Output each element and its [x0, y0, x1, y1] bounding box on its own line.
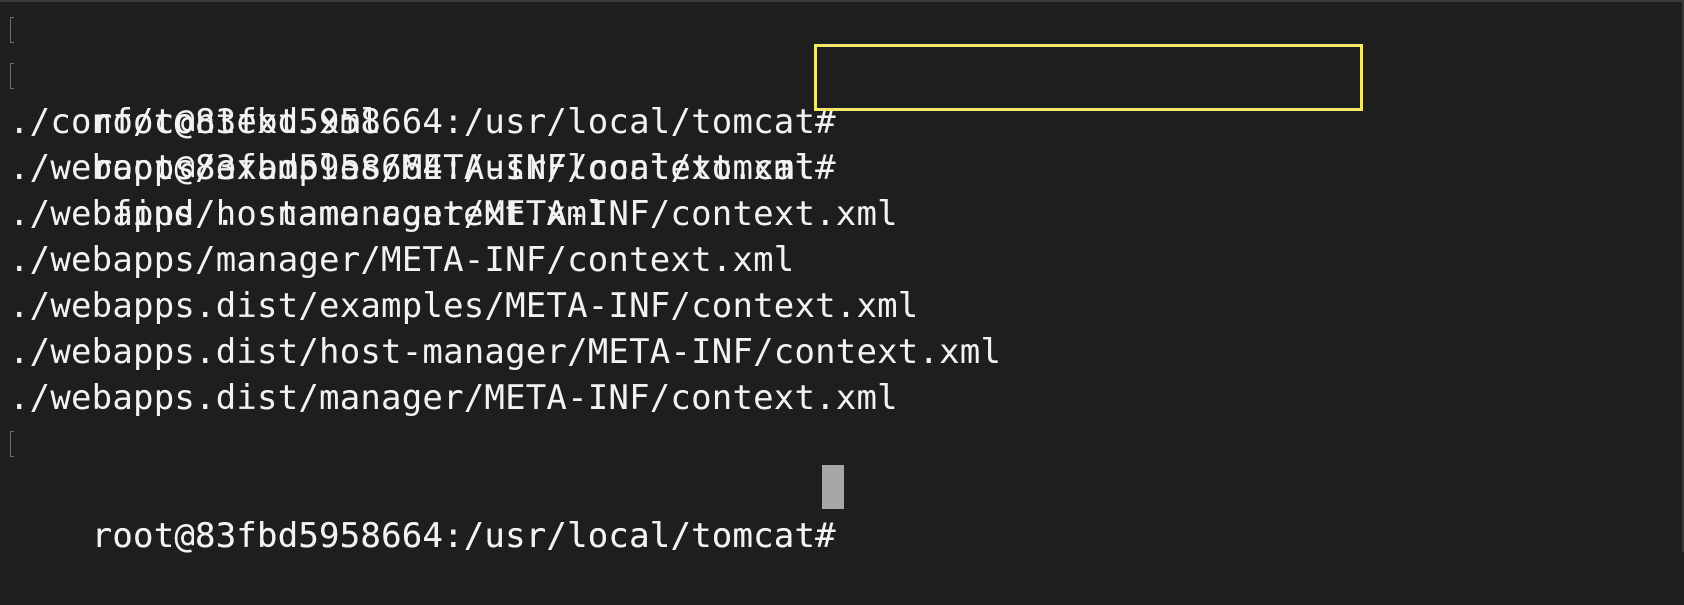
terminal-output-line: ./webapps.dist/examples/META-INF/context…: [9, 286, 919, 326]
terminal-output-line: ./webapps/manager/META-INF/context.xml: [9, 240, 795, 280]
terminal-line-11: root@83fbd5958664:/usr/local/tomcat#: [9, 467, 836, 556]
command-highlight-box: [814, 44, 1363, 111]
terminal-output-line: ./webapps.dist/manager/META-INF/context.…: [9, 378, 898, 418]
terminal-output-line: ./webapps/host-manager/META-INF/context.…: [9, 194, 898, 234]
terminal-output-line: ./webapps/examples/META-INF/context.xml: [9, 148, 816, 188]
line-mark: [10, 431, 14, 457]
prompt-text: root@83fbd5958664:/usr/local/tomcat#: [91, 516, 836, 556]
terminal-line-10: root@83fbd5958664:/usr/local/tomcat#: [9, 421, 836, 556]
terminal-window[interactable]: root@83fbd5958664:/usr/local/tomcat# roo…: [0, 0, 1684, 556]
terminal-output-line: ./webapps.dist/host-manager/META-INF/con…: [9, 332, 1002, 372]
terminal-line-2: root@83fbd5958664:/usr/local/tomcat# fin…: [9, 53, 836, 234]
line-mark: [10, 17, 14, 43]
terminal-cursor: [822, 465, 844, 509]
line-mark: [10, 63, 14, 89]
terminal-output-line: ./conf/context.xml: [9, 102, 382, 142]
terminal-line-1: root@83fbd5958664:/usr/local/tomcat#: [9, 7, 836, 142]
